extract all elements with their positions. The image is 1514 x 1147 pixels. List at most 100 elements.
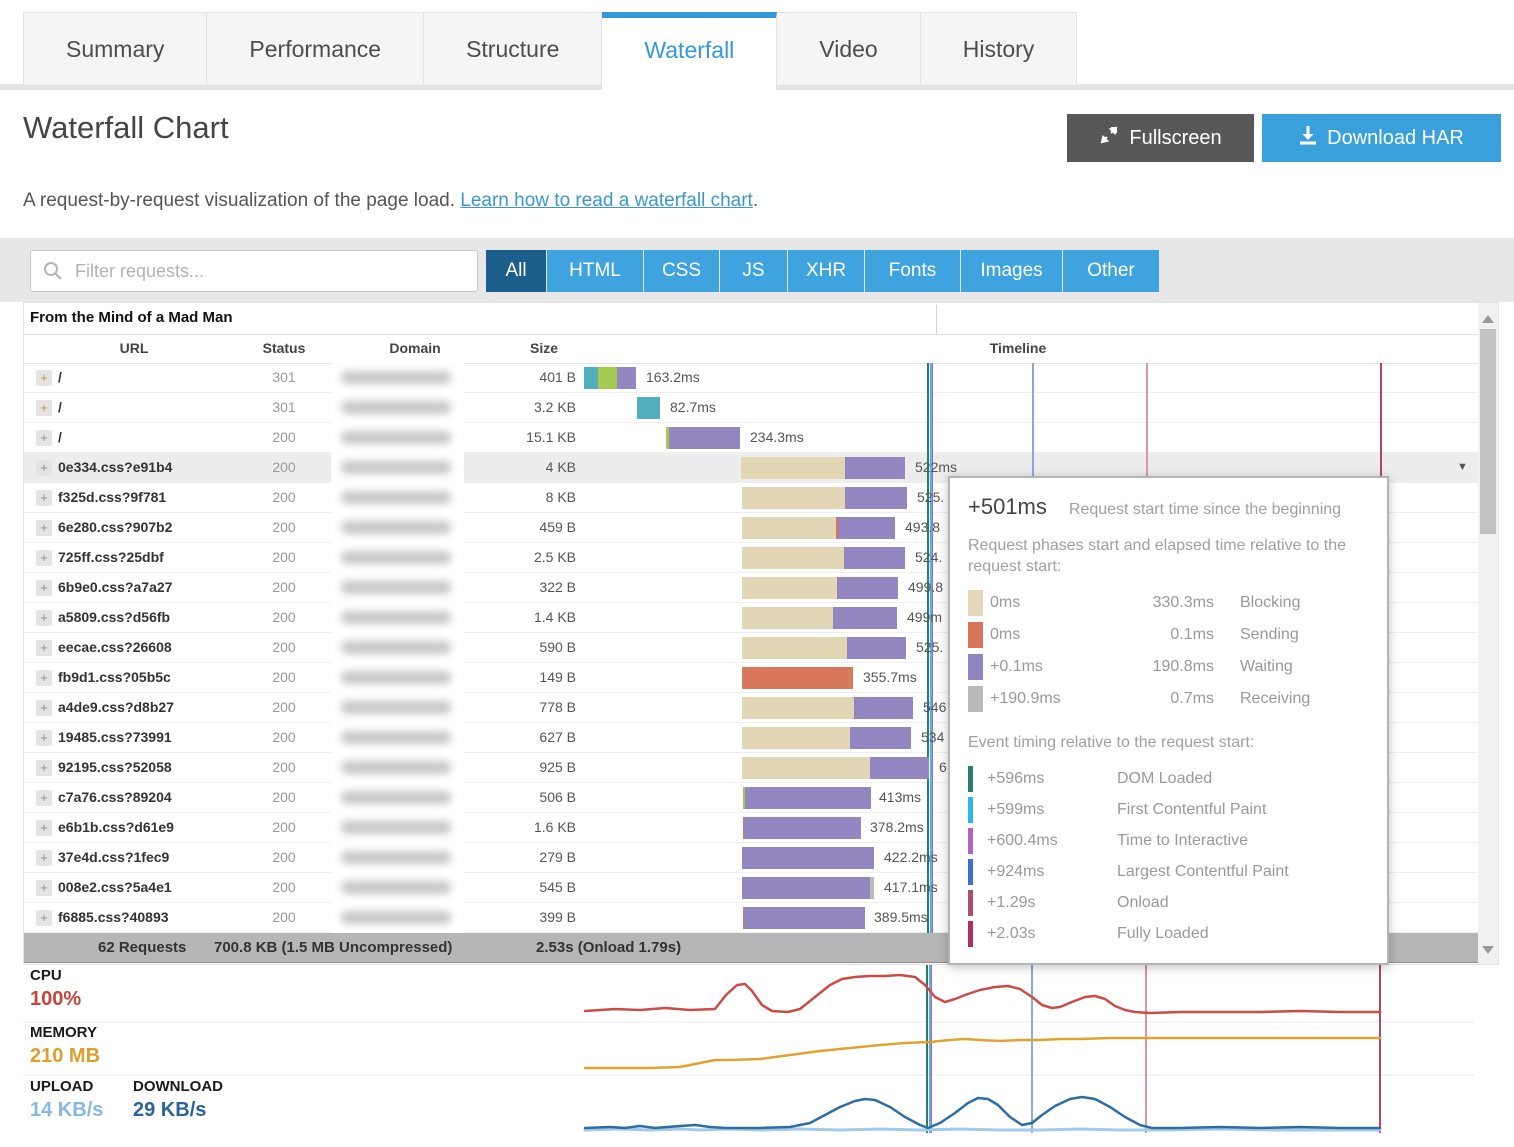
expand-row-icon[interactable]: + (36, 760, 52, 776)
download-har-button[interactable]: Download HAR (1262, 114, 1501, 162)
timing-bar-dns (637, 397, 660, 419)
expand-row-icon[interactable]: + (36, 550, 52, 566)
expand-row-icon[interactable]: + (36, 790, 52, 806)
blurred-domain (341, 641, 451, 654)
request-size: 1.4 KB (454, 603, 576, 632)
tab-performance[interactable]: Performance (207, 12, 424, 86)
expand-row-icon[interactable]: + (36, 430, 52, 446)
filter-button-xhr[interactable]: XHR (788, 250, 864, 292)
phase-row: +190.9ms0.7msReceiving (968, 684, 1369, 715)
filter-button-all[interactable]: All (486, 250, 546, 292)
filter-button-js[interactable]: JS (720, 250, 787, 292)
filter-button-fonts[interactable]: Fonts (865, 250, 960, 292)
filter-button-other[interactable]: Other (1063, 250, 1159, 292)
filter-button-images[interactable]: Images (961, 250, 1062, 292)
upload-label: UPLOAD (30, 1078, 93, 1095)
timing-bar-sending (742, 667, 853, 689)
scroll-up-arrow-icon[interactable] (1482, 315, 1494, 323)
events-heading: Event timing relative to the request sta… (968, 733, 1369, 754)
phase-row: 0ms0.1msSending (968, 620, 1369, 651)
request-type-filters: AllHTMLCSSJSXHRFontsImagesOther (486, 250, 1159, 292)
blurred-domain (341, 911, 451, 924)
event-name: DOM Loaded (1117, 770, 1212, 788)
expand-row-icon[interactable]: + (36, 670, 52, 686)
phase-color-swatch (968, 686, 983, 712)
tab-summary[interactable]: Summary (23, 12, 207, 86)
filter-button-css[interactable]: CSS (644, 250, 719, 292)
fullscreen-button[interactable]: Fullscreen (1067, 114, 1254, 162)
expand-row-icon[interactable]: + (36, 640, 52, 656)
phase-row: 0ms330.3msBlocking (968, 588, 1369, 619)
tab-history[interactable]: History (921, 12, 1078, 86)
expand-row-icon[interactable]: + (36, 460, 52, 476)
download-rate-line (585, 1097, 1380, 1128)
expand-row-icon[interactable]: + (36, 520, 52, 536)
timing-bar-waiting (837, 577, 898, 599)
timing-bar-waiting (870, 757, 929, 779)
timing-bar-waiting (854, 697, 913, 719)
request-url: f6885.css?40893 (58, 903, 169, 932)
blurred-domain (341, 521, 451, 534)
request-url: eecae.css?26608 (58, 633, 172, 662)
upload-value: 14 KB/s (30, 1099, 103, 1122)
blurred-domain (341, 491, 451, 504)
event-name: Largest Contentful Paint (1117, 863, 1289, 881)
table-row[interactable]: +/301401 B163.2ms (24, 363, 1478, 393)
waterfall-help-link[interactable]: Learn how to read a waterfall chart (460, 190, 753, 211)
phase-duration: 190.8ms (1102, 658, 1214, 676)
expand-row-icon[interactable]: + (36, 400, 52, 416)
request-duration-label: 524. (915, 543, 942, 572)
blurred-domain (341, 551, 451, 564)
expand-row-icon[interactable]: + (36, 850, 52, 866)
blurred-domain (341, 731, 451, 744)
filter-requests-field[interactable] (30, 250, 478, 292)
phase-color-swatch (968, 654, 983, 680)
vertical-scrollbar[interactable] (1478, 303, 1498, 964)
phase-duration: 0.7ms (1102, 690, 1214, 708)
tab-structure[interactable]: Structure (424, 12, 602, 86)
memory-usage-line (585, 1038, 1380, 1068)
scrollbar-thumb[interactable] (1480, 329, 1496, 534)
site-section-title: From the Mind of a Mad Man (30, 309, 233, 326)
blurred-domain (341, 761, 451, 774)
expand-row-icon[interactable]: + (36, 370, 52, 386)
expand-row-icon[interactable]: + (36, 610, 52, 626)
fullscreen-label: Fullscreen (1129, 127, 1221, 150)
memory-label: MEMORY (30, 1024, 97, 1041)
phase-start: 0ms (990, 626, 1102, 644)
expand-row-icon[interactable]: + (36, 700, 52, 716)
expand-row-icon[interactable]: + (36, 490, 52, 506)
phase-name: Sending (1240, 626, 1299, 644)
blurred-domain (341, 611, 451, 624)
phase-name: Receiving (1240, 690, 1310, 708)
event-color-bar (968, 921, 973, 947)
expand-row-icon[interactable]: + (36, 580, 52, 596)
expand-row-icon[interactable]: + (36, 730, 52, 746)
table-row[interactable]: +/3013.2 KB82.7ms (24, 393, 1478, 423)
tab-video[interactable]: Video (777, 12, 920, 86)
filter-requests-input[interactable] (73, 260, 477, 283)
timing-bar-blocking (742, 607, 833, 629)
column-header-row: URLStatusDomainSizeTimeline (24, 334, 1478, 364)
scroll-down-arrow-icon[interactable] (1482, 946, 1494, 954)
request-size: 506 B (454, 783, 576, 812)
filter-button-html[interactable]: HTML (547, 250, 643, 292)
expand-row-icon[interactable]: + (36, 910, 52, 926)
request-duration-label: 525. (916, 633, 943, 662)
expand-row-icon[interactable]: + (36, 820, 52, 836)
request-status: 200 (264, 573, 304, 602)
tab-waterfall[interactable]: Waterfall (602, 12, 777, 90)
table-row[interactable]: +/20015.1 KB234.3ms (24, 423, 1478, 453)
row-dropdown-caret-icon[interactable]: ▼ (1457, 453, 1468, 482)
request-url: 008e2.css?5a4e1 (58, 873, 172, 902)
timing-bar-blocking (742, 727, 850, 749)
request-size: 2.5 KB (454, 543, 576, 572)
expand-row-icon[interactable]: + (36, 880, 52, 896)
site-section-row: From the Mind of a Mad Man (24, 303, 1478, 335)
request-url: 92195.css?52058 (58, 753, 172, 782)
request-duration-label: 355.7ms (863, 663, 917, 692)
request-status: 200 (264, 603, 304, 632)
event-row: +2.03sFully Loaded (968, 918, 1369, 949)
request-duration-label: 378.2ms (870, 813, 924, 842)
request-size: 925 B (454, 753, 576, 782)
